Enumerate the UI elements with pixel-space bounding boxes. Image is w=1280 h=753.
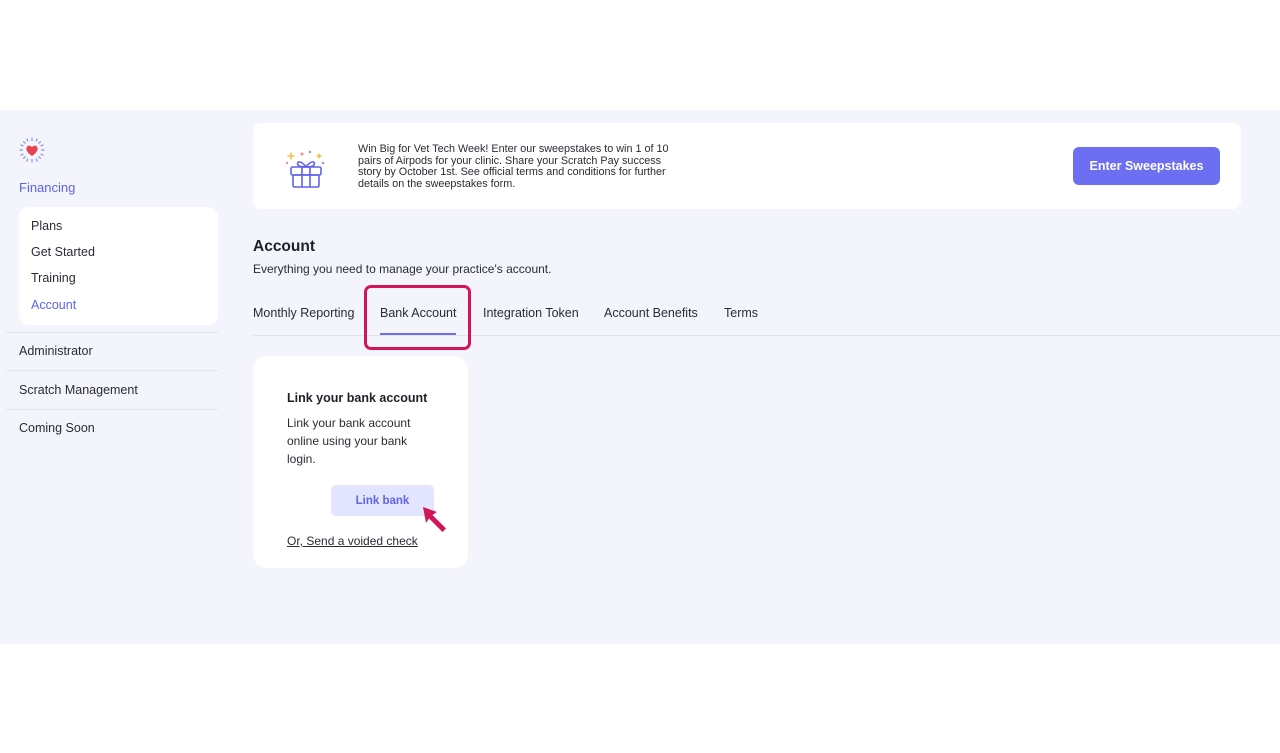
send-voided-check-link[interactable]: Or, Send a voided check	[287, 534, 418, 548]
enter-sweepstakes-button[interactable]: Enter Sweepstakes	[1073, 147, 1220, 185]
card-description: Link your bank account online using your…	[287, 416, 411, 466]
heart-logo-icon	[19, 137, 45, 163]
sidebar-section-financing[interactable]: Financing	[19, 180, 75, 195]
sidebar-divider	[6, 409, 218, 410]
sidebar-item-training[interactable]: Training	[31, 269, 218, 295]
financing-subnav: Plans Get Started Training Account	[19, 207, 218, 325]
sweepstakes-banner: Win Big for Vet Tech Week! Enter our swe…	[253, 123, 1241, 209]
sidebar-divider	[6, 332, 218, 333]
sidebar-item-plans[interactable]: Plans	[31, 217, 218, 243]
tab-integration-token[interactable]: Integration Token	[483, 306, 579, 320]
banner-text: Win Big for Vet Tech Week! Enter our swe…	[358, 143, 669, 190]
gift-icon	[285, 150, 325, 188]
tab-account-benefits[interactable]: Account Benefits	[604, 306, 698, 320]
highlight-annotation	[364, 285, 471, 350]
link-bank-card: Link your bank account Link your bank ac…	[253, 356, 468, 568]
tab-monthly-reporting[interactable]: Monthly Reporting	[253, 306, 354, 320]
page-title: Account	[253, 238, 315, 255]
sidebar-divider	[6, 370, 218, 371]
sidebar-item-coming-soon[interactable]: Coming Soon	[6, 421, 218, 435]
card-title: Link your bank account	[287, 391, 428, 405]
pointer-arrow-icon	[423, 507, 446, 532]
page-subtitle: Everything you need to manage your pract…	[253, 262, 552, 276]
sidebar-item-scratch-management[interactable]: Scratch Management	[6, 383, 218, 397]
link-bank-button[interactable]: Link bank	[331, 485, 434, 516]
sidebar-item-get-started[interactable]: Get Started	[31, 243, 218, 269]
app-shell: Financing Plans Get Started Training Acc…	[0, 110, 1280, 644]
sidebar-item-administrator[interactable]: Administrator	[6, 344, 218, 358]
tab-terms[interactable]: Terms	[724, 306, 758, 320]
sidebar-item-account[interactable]: Account	[31, 296, 218, 322]
